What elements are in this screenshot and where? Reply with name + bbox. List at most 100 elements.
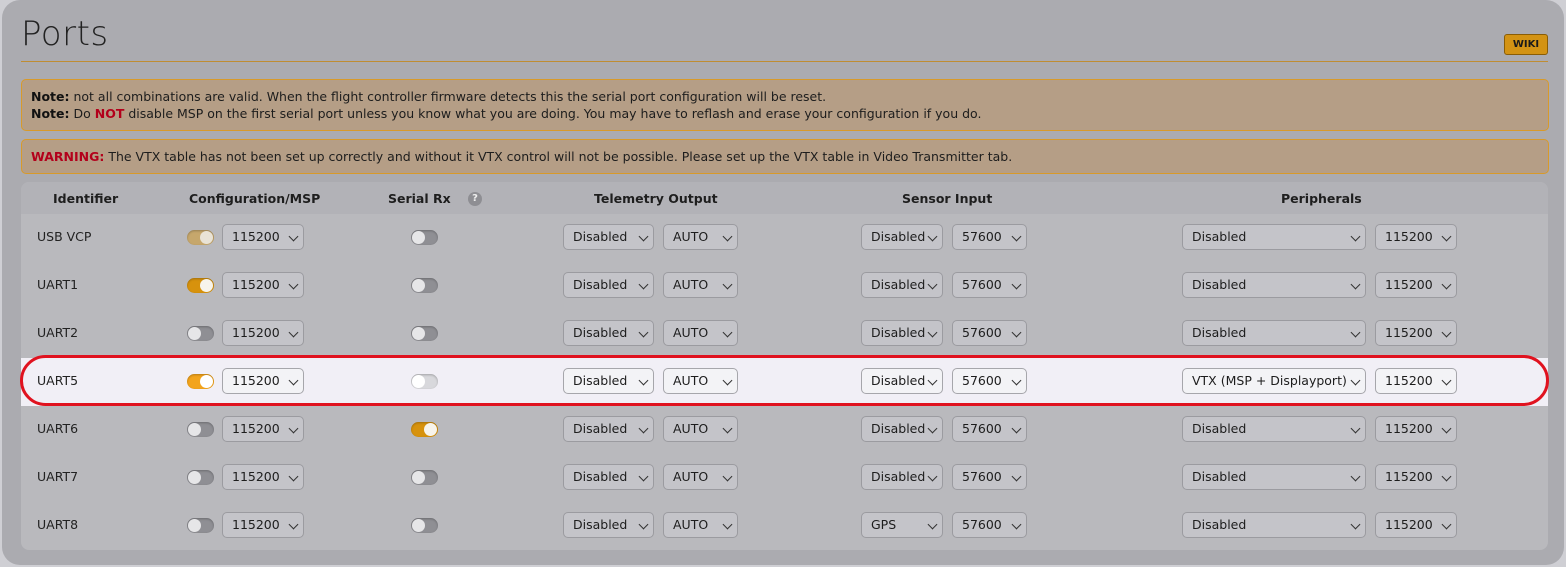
telemetry-baud-select[interactable]: AUTO (663, 512, 738, 538)
wiki-button[interactable]: WIKI (1504, 34, 1548, 55)
port-identifier: UART8 (37, 517, 79, 532)
peripherals-baud-select[interactable]: 115200 (1375, 464, 1457, 490)
col-peripherals: Peripherals (1281, 191, 1362, 206)
msp-toggle[interactable] (187, 326, 214, 341)
serial-rx-toggle[interactable] (411, 422, 438, 437)
peripherals-baud-select[interactable]: 115200 (1375, 368, 1457, 394)
telemetry-select[interactable]: Disabled (563, 224, 654, 250)
peripherals-baud-select-value: 115200 (1385, 517, 1433, 532)
msp-toggle[interactable] (187, 422, 214, 437)
telemetry-select[interactable]: Disabled (563, 272, 654, 298)
peripherals-select[interactable]: Disabled (1182, 512, 1366, 538)
msp-toggle[interactable] (187, 518, 214, 533)
sensor-select[interactable]: Disabled (861, 272, 943, 298)
chevron-down-icon (1441, 423, 1452, 434)
serial-rx-toggle[interactable] (411, 518, 438, 533)
telemetry-baud-select[interactable]: AUTO (663, 368, 738, 394)
telemetry-select[interactable]: Disabled (563, 368, 654, 394)
sensor-baud-select[interactable]: 57600 (952, 416, 1027, 442)
peripherals-select[interactable]: Disabled (1182, 272, 1366, 298)
msp-baud-select[interactable]: 115200 (222, 416, 304, 442)
telemetry-select[interactable]: Disabled (563, 416, 654, 442)
peripherals-baud-select[interactable]: 115200 (1375, 416, 1457, 442)
telemetry-baud-select-value: AUTO (673, 277, 709, 292)
sensor-baud-select[interactable]: 57600 (952, 512, 1027, 538)
msp-baud-select[interactable]: 115200 (222, 512, 304, 538)
sensor-select-value: Disabled (871, 421, 926, 436)
serial-rx-toggle[interactable] (411, 326, 438, 341)
sensor-select[interactable]: GPS (861, 512, 943, 538)
port-identifier: UART5 (37, 373, 79, 388)
sensor-select[interactable]: Disabled (861, 320, 943, 346)
sensor-select[interactable]: Disabled (861, 368, 943, 394)
chevron-down-icon (638, 327, 649, 338)
peripherals-baud-select[interactable]: 115200 (1375, 320, 1457, 346)
telemetry-baud-select[interactable]: AUTO (663, 464, 738, 490)
peripherals-select-value: VTX (MSP + Displayport) (1192, 373, 1347, 388)
peripherals-baud-select[interactable]: 115200 (1375, 272, 1457, 298)
msp-toggle[interactable] (187, 374, 214, 389)
col-sensor-input: Sensor Input (902, 191, 993, 206)
toggle-knob (412, 471, 425, 484)
msp-baud-select[interactable]: 115200 (222, 368, 304, 394)
telemetry-baud-select[interactable]: AUTO (663, 416, 738, 442)
sensor-select[interactable]: Disabled (861, 464, 943, 490)
sensor-select-value: Disabled (871, 469, 926, 484)
sensor-baud-select[interactable]: 57600 (952, 368, 1027, 394)
msp-toggle[interactable] (187, 230, 214, 245)
peripherals-select[interactable]: Disabled (1182, 224, 1366, 250)
sensor-baud-select[interactable]: 57600 (952, 224, 1027, 250)
sensor-select[interactable]: Disabled (861, 416, 943, 442)
sensor-select-value: Disabled (871, 229, 926, 244)
peripherals-select[interactable]: Disabled (1182, 464, 1366, 490)
ports-panel: Ports WIKI Note: not all combinations ar… (2, 0, 1564, 565)
note-line-2: Note: Do NOT disable MSP on the first se… (31, 105, 981, 122)
telemetry-baud-select[interactable]: AUTO (663, 272, 738, 298)
telemetry-select[interactable]: Disabled (563, 512, 654, 538)
toggle-knob (412, 327, 425, 340)
msp-baud-select[interactable]: 115200 (222, 224, 304, 250)
msp-baud-select[interactable]: 115200 (222, 320, 304, 346)
serial-rx-toggle[interactable] (411, 374, 438, 389)
toggle-knob (200, 279, 213, 292)
sensor-baud-select-value: 57600 (962, 517, 1002, 532)
toggle-knob (412, 279, 425, 292)
peripherals-baud-select[interactable]: 115200 (1375, 224, 1457, 250)
peripherals-select[interactable]: Disabled (1182, 416, 1366, 442)
msp-toggle[interactable] (187, 470, 214, 485)
peripherals-baud-select-value: 115200 (1385, 229, 1433, 244)
chevron-down-icon (722, 279, 733, 290)
serial-rx-toggle[interactable] (411, 470, 438, 485)
telemetry-select[interactable]: Disabled (563, 464, 654, 490)
peripherals-select[interactable]: Disabled (1182, 320, 1366, 346)
note-emphasis: NOT (94, 106, 125, 121)
chevron-down-icon (1350, 327, 1361, 338)
sensor-baud-select-value: 57600 (962, 373, 1002, 388)
telemetry-baud-select[interactable]: AUTO (663, 224, 738, 250)
peripherals-baud-select[interactable]: 115200 (1375, 512, 1457, 538)
telemetry-select-value: Disabled (573, 229, 628, 244)
sensor-baud-select[interactable]: 57600 (952, 464, 1027, 490)
chevron-down-icon (638, 231, 649, 242)
msp-toggle[interactable] (187, 278, 214, 293)
sensor-select[interactable]: Disabled (861, 224, 943, 250)
peripherals-baud-select-value: 115200 (1385, 421, 1433, 436)
toggle-knob (200, 375, 213, 388)
help-icon[interactable]: ? (468, 192, 482, 206)
telemetry-select[interactable]: Disabled (563, 320, 654, 346)
note-line-1: Note: not all combinations are valid. Wh… (31, 88, 826, 105)
telemetry-select-value: Disabled (573, 325, 628, 340)
msp-baud-select[interactable]: 115200 (222, 464, 304, 490)
telemetry-baud-select[interactable]: AUTO (663, 320, 738, 346)
serial-rx-toggle[interactable] (411, 230, 438, 245)
telemetry-select-value: Disabled (573, 277, 628, 292)
col-telemetry-output: Telemetry Output (594, 191, 718, 206)
title-divider (21, 61, 1548, 62)
serial-rx-toggle[interactable] (411, 278, 438, 293)
sensor-baud-select[interactable]: 57600 (952, 272, 1027, 298)
chevron-down-icon (722, 423, 733, 434)
msp-baud-select[interactable]: 115200 (222, 272, 304, 298)
sensor-baud-select[interactable]: 57600 (952, 320, 1027, 346)
chevron-down-icon (288, 471, 299, 482)
peripherals-select[interactable]: VTX (MSP + Displayport) (1182, 368, 1366, 394)
